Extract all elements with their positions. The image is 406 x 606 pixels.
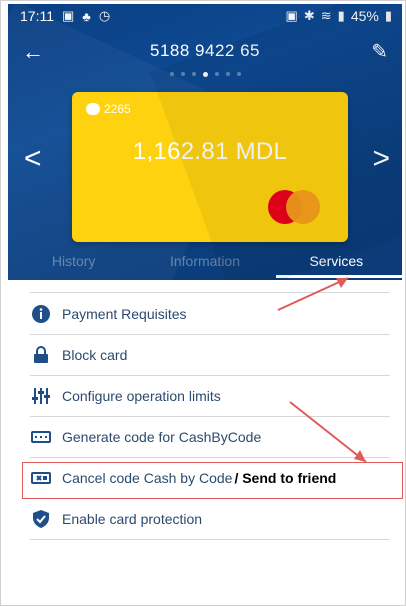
notification-icon: ♣ [82,8,91,24]
card-number: 5188 9422 65 [150,41,260,60]
pager-dot[interactable] [236,72,241,76]
pager-dot[interactable] [180,72,185,76]
service-label: Configure operation limits [62,388,221,404]
pager-dot-active[interactable] [202,72,208,77]
card-balance: 1,162.81 MDL [132,138,288,165]
tab-information[interactable]: Information [139,246,270,280]
service-item-block-card[interactable]: Block card [30,335,390,376]
code-card-icon [30,426,52,448]
pager-dot[interactable] [191,72,196,76]
top-app-bar: ← 5188 9422 65 ✎ [8,36,402,72]
gallery-icon: ▣ [62,8,75,23]
service-label: Generate code for CashByCode [62,429,262,445]
bluetooth-icon: ✱ [303,8,315,23]
sliders-icon [30,385,52,407]
signal-icon: ▮ [337,8,345,23]
annotation-highlight-box [22,462,403,499]
payment-card[interactable]: 2265 1,162.81 MDL [72,92,348,242]
service-label: Block card [62,347,128,363]
card-pager-dots [8,72,402,77]
battery-level: 45% [350,8,379,24]
services-list: Payment Requisites Block card Configure … [30,294,390,540]
nfc-icon: ▣ [285,8,298,23]
card-tag-label: 2265 [104,102,131,116]
service-item-payment-requisites[interactable]: Payment Requisites [30,294,390,335]
active-tab-indicator [276,275,402,278]
card-header: 17:11 ▣ ♣ ◷ ▣ ✱ ≋ ▮ 45% ▮ ← 5188 9422 65… [8,4,402,280]
previous-card-chevron-icon[interactable]: < [24,144,42,174]
alarm-icon: ◷ [98,8,111,23]
service-label: Enable card protection [62,511,203,527]
pager-dot[interactable] [225,72,230,76]
tab-history[interactable]: History [8,246,139,280]
next-card-chevron-icon[interactable]: > [372,144,390,174]
card-tag: 2265 [86,102,131,116]
service-item-card-protection[interactable]: Enable card protection [30,499,390,540]
service-item-generate-code[interactable]: Generate code for CashByCode [30,417,390,458]
pager-dot[interactable] [214,72,219,76]
battery-icon: ▮ [384,8,392,23]
mastercard-logo-icon [268,190,320,224]
card-tag-dot-icon [86,103,100,115]
service-label: Payment Requisites [62,306,187,322]
status-time: 17:11 [20,8,54,24]
wifi-icon: ≋ [320,8,332,23]
service-item-operation-limits[interactable]: Configure operation limits [30,376,390,417]
shield-check-icon [30,508,52,530]
edit-pencil-icon[interactable]: ✎ [371,38,388,66]
list-divider [30,292,390,293]
pager-dot[interactable] [169,72,174,76]
lock-icon [30,344,52,366]
status-bar: 17:11 ▣ ♣ ◷ ▣ ✱ ≋ ▮ 45% ▮ [8,4,402,30]
info-icon [30,303,52,325]
